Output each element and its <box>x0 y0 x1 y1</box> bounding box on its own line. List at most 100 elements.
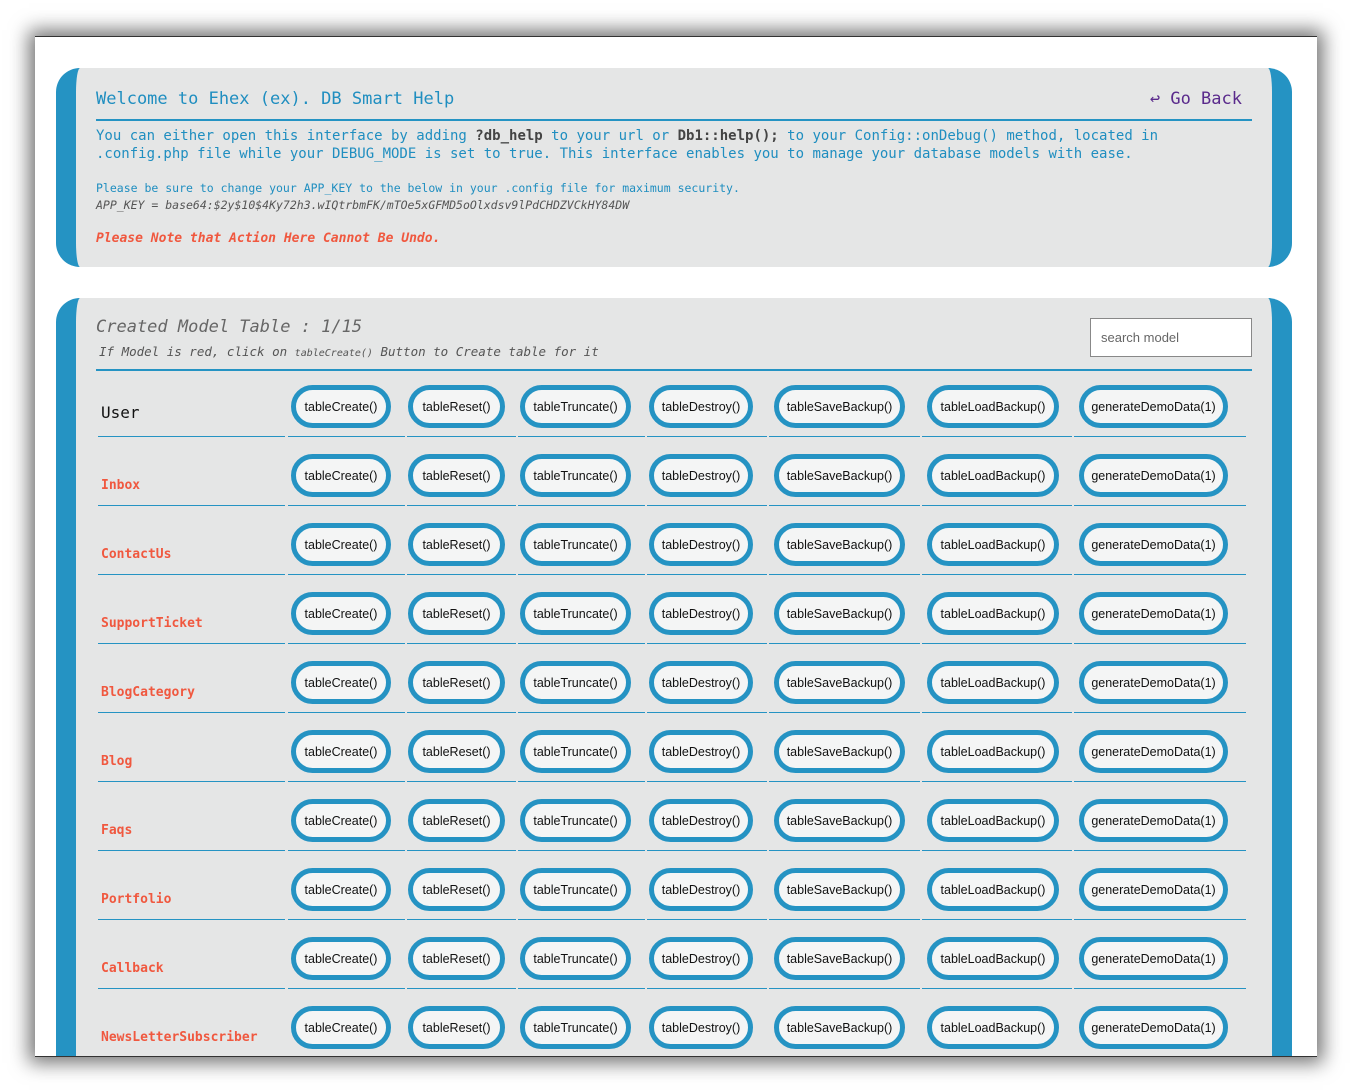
table-load-backup-button[interactable]: tableLoadBackup() <box>927 730 1059 773</box>
table-destroy-button[interactable]: tableDestroy() <box>649 730 753 773</box>
action-cell: tableTruncate() <box>518 507 645 575</box>
generate-demo-data-button[interactable]: generateDemoData(1) <box>1079 454 1228 497</box>
table-destroy-button[interactable]: tableDestroy() <box>649 454 753 497</box>
table-destroy-button[interactable]: tableDestroy() <box>649 661 753 704</box>
table-reset-button[interactable]: tableReset() <box>408 868 505 911</box>
action-cell: tableLoadBackup() <box>922 921 1072 989</box>
table-row: Blog tableCreate() tableReset() tableTrunca… <box>98 714 1252 783</box>
table-load-backup-button[interactable]: tableLoadBackup() <box>927 799 1059 842</box>
table-destroy-button[interactable]: tableDestroy() <box>649 868 753 911</box>
table-destroy-button[interactable]: tableDestroy() <box>649 1006 753 1049</box>
table-reset-button[interactable]: tableReset() <box>408 799 505 842</box>
table-create-button[interactable]: tableCreate() <box>291 385 391 428</box>
table-load-backup-button[interactable]: tableLoadBackup() <box>927 385 1059 428</box>
action-cell: tableSaveBackup() <box>769 645 920 713</box>
table-save-backup-button[interactable]: tableSaveBackup() <box>774 799 905 842</box>
table-truncate-button[interactable]: tableTruncate() <box>520 454 631 497</box>
generate-demo-data-button[interactable]: generateDemoData(1) <box>1079 730 1228 773</box>
table-reset-button[interactable]: tableReset() <box>408 523 505 566</box>
action-cell: tableSaveBackup() <box>769 990 920 1056</box>
generate-demo-data-button[interactable]: generateDemoData(1) <box>1079 1006 1228 1049</box>
table-reset-button[interactable]: tableReset() <box>408 1006 505 1049</box>
action-cell: tableCreate() <box>288 990 405 1056</box>
models-panel: Created Model Table : 1/15 If Model is r… <box>56 298 1292 1056</box>
model-name-cell: Blog <box>98 714 285 782</box>
table-destroy-button[interactable]: tableDestroy() <box>649 799 753 842</box>
action-cell: tableTruncate() <box>518 645 645 713</box>
table-save-backup-button[interactable]: tableSaveBackup() <box>774 385 905 428</box>
action-cell: tableTruncate() <box>518 921 645 989</box>
action-cell: tableSaveBackup() <box>769 507 920 575</box>
generate-demo-data-button[interactable]: generateDemoData(1) <box>1079 799 1228 842</box>
table-truncate-button[interactable]: tableTruncate() <box>520 1006 631 1049</box>
table-reset-button[interactable]: tableReset() <box>408 937 505 980</box>
action-cell: generateDemoData(1) <box>1074 921 1246 989</box>
table-destroy-button[interactable]: tableDestroy() <box>649 592 753 635</box>
action-cell: tableTruncate() <box>518 990 645 1056</box>
table-create-button[interactable]: tableCreate() <box>291 799 391 842</box>
table-save-backup-button[interactable]: tableSaveBackup() <box>774 661 905 704</box>
table-create-button[interactable]: tableCreate() <box>291 1006 391 1049</box>
generate-demo-data-button[interactable]: generateDemoData(1) <box>1079 937 1228 980</box>
action-cell: tableSaveBackup() <box>769 438 920 506</box>
action-cell: tableReset() <box>407 369 516 437</box>
table-save-backup-button[interactable]: tableSaveBackup() <box>774 937 905 980</box>
generate-demo-data-button[interactable]: generateDemoData(1) <box>1079 661 1228 704</box>
table-save-backup-button[interactable]: tableSaveBackup() <box>774 454 905 497</box>
model-name: Faqs <box>101 823 133 838</box>
table-create-button[interactable]: tableCreate() <box>291 937 391 980</box>
table-create-button[interactable]: tableCreate() <box>291 868 391 911</box>
table-reset-button[interactable]: tableReset() <box>408 385 505 428</box>
generate-demo-data-button[interactable]: generateDemoData(1) <box>1079 868 1228 911</box>
table-save-backup-button[interactable]: tableSaveBackup() <box>774 730 905 773</box>
action-cell: tableTruncate() <box>518 714 645 782</box>
table-load-backup-button[interactable]: tableLoadBackup() <box>927 592 1059 635</box>
table-load-backup-button[interactable]: tableLoadBackup() <box>927 661 1059 704</box>
table-truncate-button[interactable]: tableTruncate() <box>520 799 631 842</box>
table-truncate-button[interactable]: tableTruncate() <box>520 868 631 911</box>
table-reset-button[interactable]: tableReset() <box>408 454 505 497</box>
table-create-button[interactable]: tableCreate() <box>291 592 391 635</box>
table-truncate-button[interactable]: tableTruncate() <box>520 592 631 635</box>
action-cell: tableDestroy() <box>647 990 767 1056</box>
action-cell: generateDemoData(1) <box>1074 576 1246 644</box>
table-reset-button[interactable]: tableReset() <box>408 661 505 704</box>
table-load-backup-button[interactable]: tableLoadBackup() <box>927 868 1059 911</box>
table-load-backup-button[interactable]: tableLoadBackup() <box>927 1006 1059 1049</box>
table-save-backup-button[interactable]: tableSaveBackup() <box>774 523 905 566</box>
table-destroy-button[interactable]: tableDestroy() <box>649 385 753 428</box>
table-create-button[interactable]: tableCreate() <box>291 661 391 704</box>
table-truncate-button[interactable]: tableTruncate() <box>520 385 631 428</box>
table-save-backup-button[interactable]: tableSaveBackup() <box>774 868 905 911</box>
table-destroy-button[interactable]: tableDestroy() <box>649 523 753 566</box>
go-back-link[interactable]: ↩ Go Back <box>1150 89 1242 109</box>
generate-demo-data-button[interactable]: generateDemoData(1) <box>1079 523 1228 566</box>
table-load-backup-button[interactable]: tableLoadBackup() <box>927 937 1059 980</box>
generate-demo-data-button[interactable]: generateDemoData(1) <box>1079 592 1228 635</box>
table-truncate-button[interactable]: tableTruncate() <box>520 661 631 704</box>
table-load-backup-button[interactable]: tableLoadBackup() <box>927 454 1059 497</box>
table-destroy-button[interactable]: tableDestroy() <box>649 937 753 980</box>
action-cell: tableTruncate() <box>518 852 645 920</box>
table-create-button[interactable]: tableCreate() <box>291 730 391 773</box>
generate-demo-data-button[interactable]: generateDemoData(1) <box>1079 385 1228 428</box>
action-cell: tableLoadBackup() <box>922 645 1072 713</box>
model-name: Portfolio <box>101 892 172 907</box>
table-create-button[interactable]: tableCreate() <box>291 523 391 566</box>
appkey-value: APP_KEY = base64:$2y$10$4Ky72h3.wIQtrbmF… <box>96 198 630 212</box>
table-reset-button[interactable]: tableReset() <box>408 592 505 635</box>
action-cell: tableReset() <box>407 576 516 644</box>
table-truncate-button[interactable]: tableTruncate() <box>520 937 631 980</box>
table-truncate-button[interactable]: tableTruncate() <box>520 730 631 773</box>
action-cell: tableReset() <box>407 507 516 575</box>
table-load-backup-button[interactable]: tableLoadBackup() <box>927 523 1059 566</box>
table-save-backup-button[interactable]: tableSaveBackup() <box>774 592 905 635</box>
appkey-note: Please be sure to change your APP_KEY to… <box>96 181 740 195</box>
table-truncate-button[interactable]: tableTruncate() <box>520 523 631 566</box>
search-model-input[interactable] <box>1090 318 1252 357</box>
models-subtitle-post: Button to Create table for it <box>372 344 599 359</box>
table-save-backup-button[interactable]: tableSaveBackup() <box>774 1006 905 1049</box>
table-reset-button[interactable]: tableReset() <box>408 730 505 773</box>
action-cell: tableSaveBackup() <box>769 783 920 851</box>
table-create-button[interactable]: tableCreate() <box>291 454 391 497</box>
